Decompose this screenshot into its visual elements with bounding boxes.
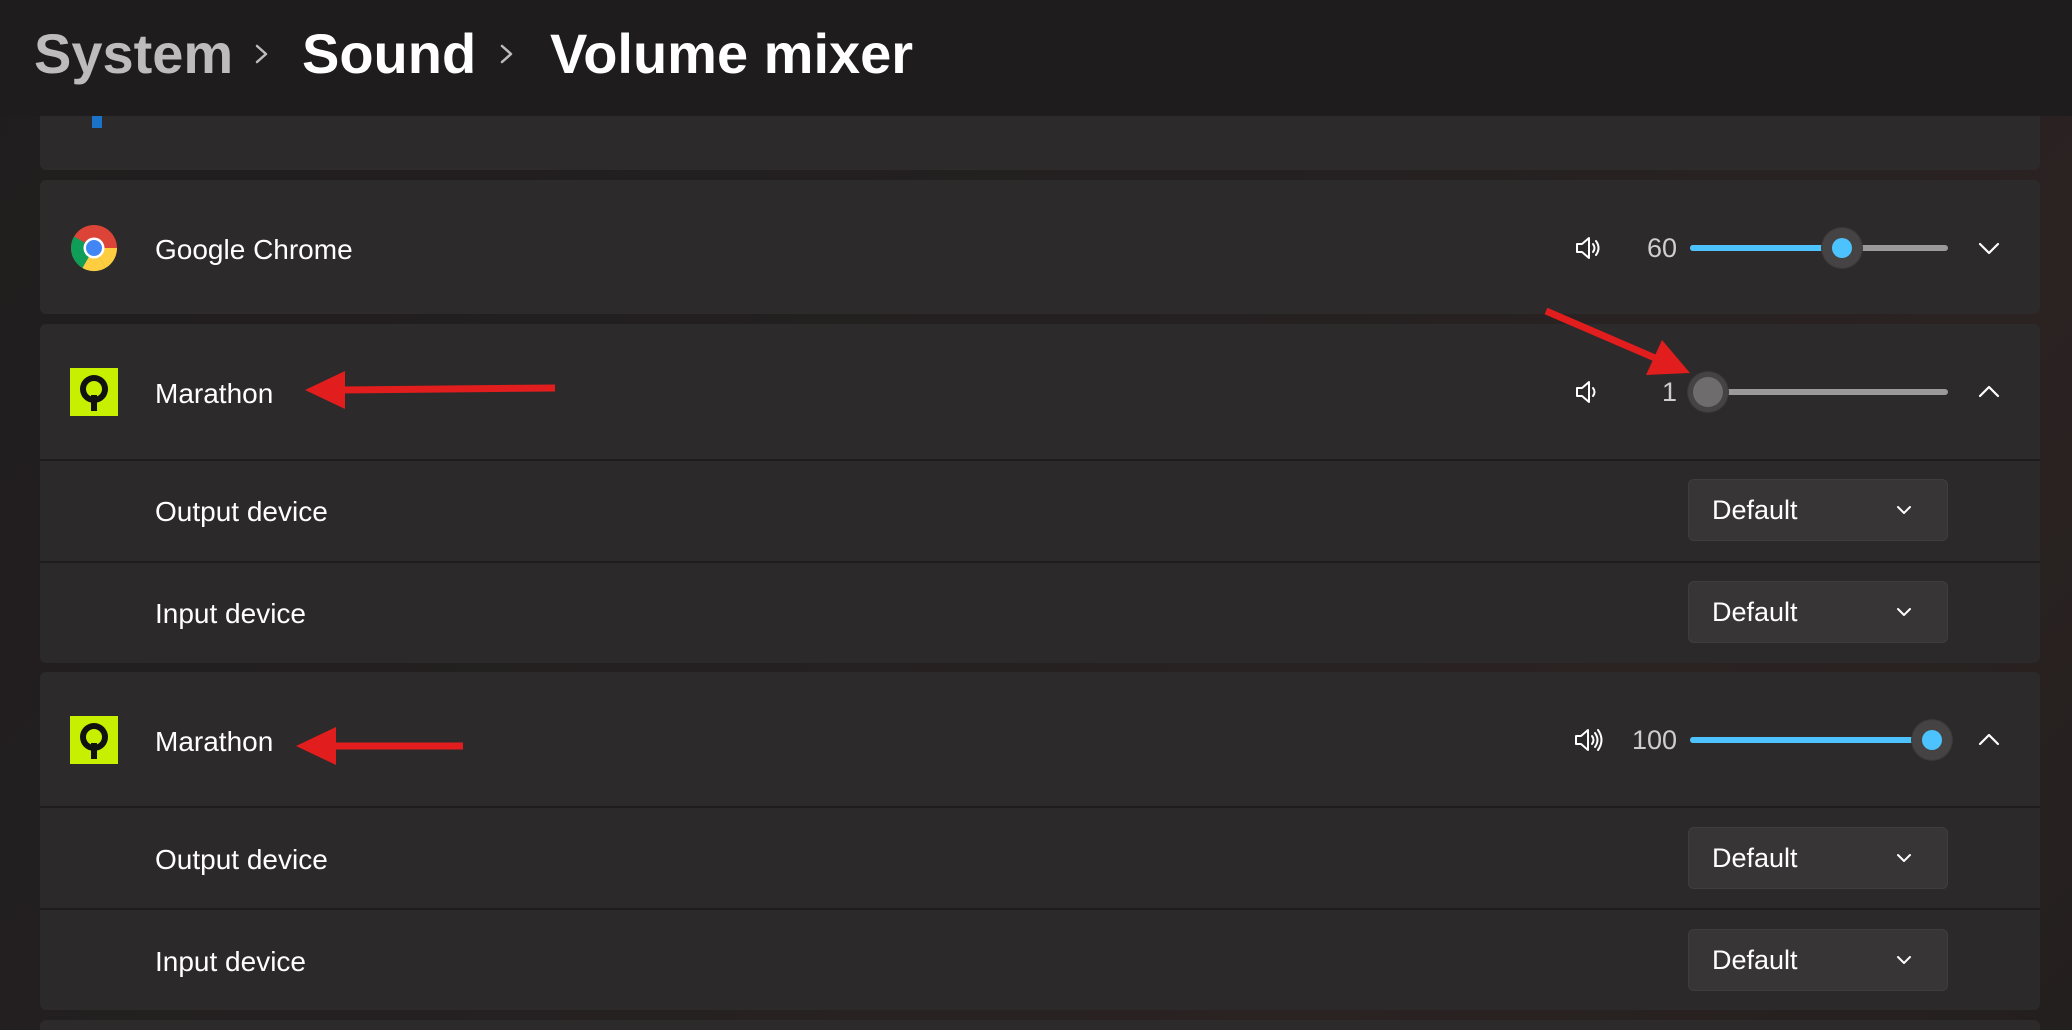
annotation-arrow bbox=[1544, 307, 1690, 375]
volume-mixer-page: System Sound Volume mixer Google Chrome … bbox=[0, 0, 2072, 1030]
breadcrumb-volume-mixer: Volume mixer bbox=[550, 22, 914, 85]
breadcrumb-system[interactable]: System bbox=[34, 20, 233, 88]
annotation-arrow bbox=[296, 727, 463, 765]
chevron-right-icon bbox=[255, 44, 268, 64]
annotation-arrows bbox=[296, 307, 1690, 765]
breadcrumb-sound[interactable]: Sound bbox=[302, 20, 476, 88]
chevron-right-icon bbox=[500, 44, 513, 64]
breadcrumb: System Sound Volume mixer bbox=[0, 0, 2072, 116]
annotation-arrow bbox=[305, 371, 556, 409]
